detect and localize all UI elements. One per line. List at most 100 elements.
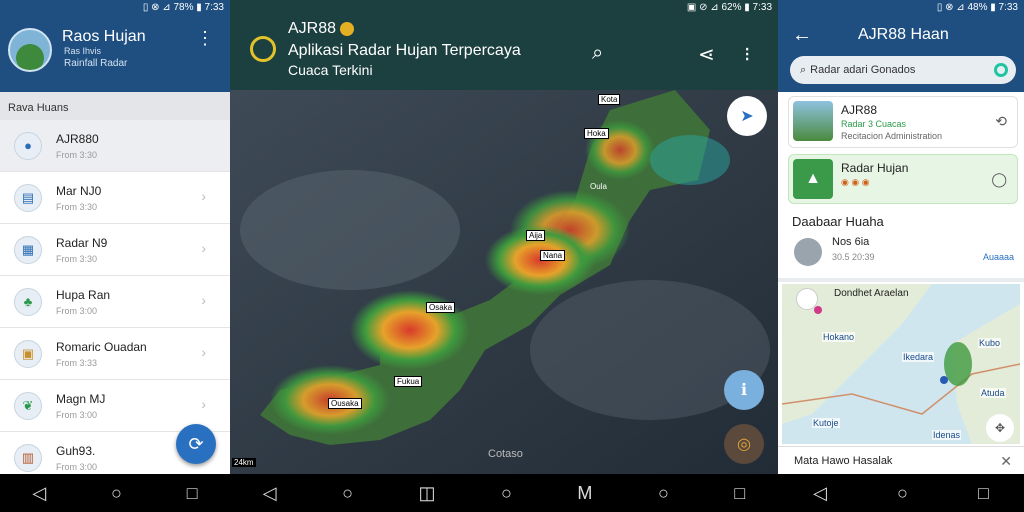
recents-nav-icon[interactable]: □: [978, 483, 989, 504]
refresh-icon: ⟳: [188, 433, 204, 454]
pin-icon: ●: [14, 131, 42, 160]
recents-nav-icon[interactable]: □: [734, 483, 745, 504]
bottom-text: Mata Hawo Hasalak: [794, 455, 893, 467]
chevron-right-icon: ›: [201, 396, 206, 412]
info-button[interactable]: ℹ: [724, 370, 764, 410]
book-icon: ▥: [14, 443, 42, 472]
list-item[interactable]: ♣ Hupa Ran From 3:00 ›: [0, 276, 230, 328]
map-label: Kubo: [978, 338, 1002, 348]
map-label: Idenas: [932, 430, 962, 440]
search-icon[interactable]: ⌕: [592, 42, 603, 65]
radar-card[interactable]: ▲ Radar Hujan ◉ ◉ ◉ ◯: [788, 154, 1018, 204]
screen-icon: ▦: [14, 235, 42, 264]
list-item[interactable]: ● AJR880 From 3:30: [0, 120, 230, 172]
status-dot-icon: [994, 63, 1008, 77]
map-label: Kutoje: [812, 418, 840, 428]
app-thumbnail: [793, 101, 833, 141]
home-nav-icon-3[interactable]: ○: [658, 483, 669, 504]
list-item[interactable]: ▤ Mar NJ0 From 3:30 ›: [0, 172, 230, 224]
item-sub: From 3:00: [56, 461, 98, 472]
weather-name: Nos 6ia: [832, 236, 870, 248]
map-label: Atuda: [980, 388, 1006, 398]
map-label: Oula: [590, 182, 607, 191]
chat-icon[interactable]: ◯: [991, 171, 1007, 188]
nav-bar: ◁ ○ ◫ ○ M ○ □: [230, 474, 778, 512]
navigation-icon: ➤: [740, 108, 754, 125]
item-label: Guh93.: [56, 443, 96, 458]
radar-title-text: AJR88: [288, 20, 337, 37]
radar-map[interactable]: Kota Hoka Oula Aija Nana Osaka Fukua Ous…: [230, 90, 778, 474]
item-label: Radar N9: [56, 235, 108, 250]
chevron-right-icon: ›: [201, 344, 206, 360]
back-nav-icon[interactable]: ◁: [813, 483, 827, 504]
radar-title: AJR88: [288, 20, 355, 38]
weather-link[interactable]: Auaaaa: [983, 252, 1014, 262]
mini-map[interactable]: Dondhet Araelan Hokano Ikedara Kubo Atud…: [782, 284, 1020, 444]
home-nav-icon[interactable]: ○: [342, 483, 353, 504]
monitor-icon: ▤: [14, 183, 42, 212]
map-label: Ousaka: [328, 398, 362, 409]
card-subtitle: Radar 3 Cuacas: [841, 119, 907, 129]
more-icon[interactable]: ⁝: [744, 42, 750, 67]
map-label: Fukua: [394, 376, 423, 387]
search-input[interactable]: Radar adari Gonados: [810, 64, 915, 76]
expand-icon[interactable]: ✥: [986, 414, 1014, 442]
radar-screen: ▣ ⊘ ⊿ 62% ▮ 7:33 AJR88 Aplikasi Radar Hu…: [230, 0, 778, 512]
more-vert-icon[interactable]: ⋮: [196, 28, 214, 49]
app-card[interactable]: AJR88 Radar 3 Cuacas Recitacion Administ…: [788, 96, 1018, 148]
mountain-icon: ▲: [793, 159, 833, 199]
weather-value: 30.5 20:39: [832, 252, 875, 262]
app-title: Raos Hujan: [62, 28, 146, 45]
home-nav-icon-2[interactable]: ○: [501, 483, 512, 504]
list-item[interactable]: ▦ Radar N9 From 3:30 ›: [0, 224, 230, 276]
item-label: Romaric Ouadan: [56, 339, 147, 354]
target-icon: ◎: [737, 436, 751, 453]
section-title: Daabaar Huaha: [792, 214, 884, 229]
map-label: Ikedara: [902, 352, 935, 362]
back-arrow-icon[interactable]: ←: [792, 24, 812, 47]
pin-icon: [796, 288, 818, 310]
item-sub: From 3:00: [56, 305, 98, 316]
back-nav-icon[interactable]: ◁: [263, 483, 277, 504]
mini-map-title: Dondhet Araelan: [834, 288, 909, 299]
item-label: Magn MJ: [56, 391, 106, 406]
history-icon[interactable]: ⟲: [995, 113, 1007, 130]
search-icon: ⌕: [800, 63, 807, 76]
refresh-fab[interactable]: ⟳: [176, 424, 216, 464]
home-nav-icon[interactable]: ○: [111, 483, 122, 504]
app-subtitle: Ras Ihvis: [64, 46, 102, 56]
item-sub: From 3:30: [56, 253, 98, 264]
recents-nav-icon[interactable]: □: [187, 483, 198, 504]
map-label: Hokano: [822, 332, 856, 342]
back-nav-icon[interactable]: ◁: [32, 483, 46, 504]
menu-nav-icon[interactable]: M: [577, 483, 592, 504]
item-label: Mar NJ0: [56, 183, 102, 198]
chevron-right-icon: ›: [201, 188, 206, 204]
map-label: Nana: [540, 250, 566, 261]
status-bar: ▣ ⊘ ⊿ 62% ▮ 7:33: [686, 1, 772, 13]
detail-title: AJR88 Haan: [858, 26, 949, 43]
list-item[interactable]: ▣ Romaric Ouadan From 3:33 ›: [0, 328, 230, 380]
card-title: Radar Hujan: [841, 161, 909, 175]
map-scale: 24km: [232, 458, 256, 467]
close-icon[interactable]: ✕: [1000, 453, 1012, 470]
radar-map-svg: [230, 90, 778, 474]
map-label: Aija: [526, 230, 546, 241]
chevron-right-icon: ›: [201, 240, 206, 256]
search-bar[interactable]: ⌕ Radar adari Gonados: [790, 56, 1016, 84]
gift-icon: ▣: [14, 339, 42, 368]
clock-icon: [250, 36, 276, 62]
badge-icon: [340, 21, 355, 36]
home-nav-icon[interactable]: ○: [897, 483, 908, 504]
bottom-sheet[interactable]: Mata Hawo Hasalak ✕: [778, 446, 1024, 474]
split-nav-icon[interactable]: ◫: [419, 483, 436, 504]
item-sub: From 3:33: [56, 357, 98, 368]
nav-bar: ◁ ○ □: [0, 474, 230, 512]
location-button[interactable]: ◎: [724, 424, 764, 464]
app-header: ▯ ⊗ ⊿ 78% ▮ 7:33 Raos Hujan Ras Ihvis Ra…: [0, 0, 230, 92]
avatar[interactable]: [8, 28, 52, 72]
item-sub: From 3:30: [56, 149, 98, 160]
card-title: AJR88: [841, 103, 878, 117]
compass-button[interactable]: ➤: [727, 96, 767, 136]
share-icon[interactable]: ⋖: [698, 42, 715, 67]
